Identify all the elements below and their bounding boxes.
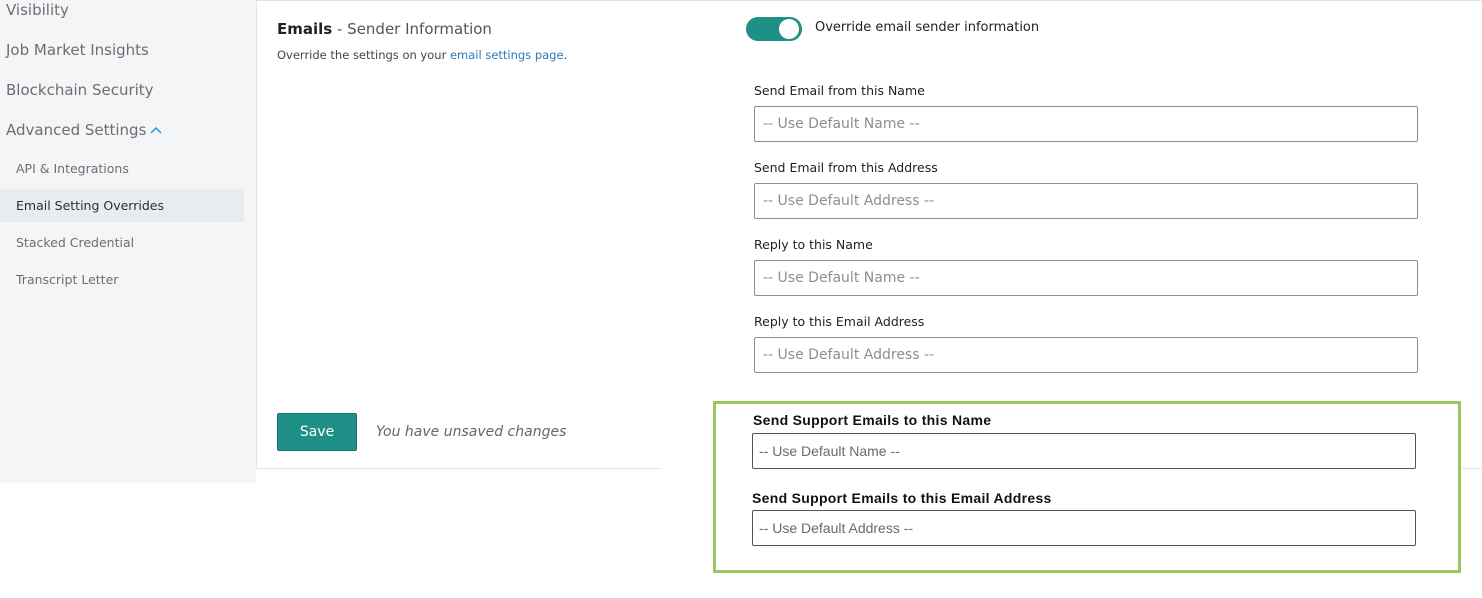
- send-from-name-input[interactable]: [754, 106, 1418, 142]
- unsaved-changes-text: You have unsaved changes: [376, 424, 567, 440]
- reply-to-name-label: Reply to this Name: [754, 237, 873, 252]
- support-name-input[interactable]: [752, 433, 1416, 469]
- divider: [257, 0, 1482, 1]
- support-name-label: Send Support Emails to this Name: [753, 412, 992, 428]
- description-suffix: .: [563, 48, 568, 62]
- send-from-name-label: Send Email from this Name: [754, 83, 925, 98]
- reply-to-address-input[interactable]: [754, 337, 1418, 373]
- chevron-up-icon: [150, 120, 162, 138]
- reply-to-name-input[interactable]: [754, 260, 1418, 296]
- section-title-sub: - Sender Information: [332, 20, 492, 38]
- send-from-address-label: Send Email from this Address: [754, 160, 938, 175]
- description-text: Override the settings on your: [277, 48, 450, 62]
- main-panel: [256, 0, 1482, 469]
- email-settings-link[interactable]: email settings page: [450, 48, 564, 62]
- toggle-knob: [779, 19, 799, 39]
- sidebar-subitem-stacked-credential[interactable]: Stacked Credential: [0, 226, 244, 259]
- sidebar-item-label: Advanced Settings: [6, 121, 147, 139]
- override-toggle[interactable]: [746, 17, 802, 41]
- sidebar: Visibility Job Market Insights Blockchai…: [0, 0, 256, 483]
- section-description: Override the settings on your email sett…: [277, 48, 567, 62]
- sidebar-subitem-email-setting-overrides[interactable]: Email Setting Overrides: [0, 189, 244, 222]
- section-title: Emails - Sender Information: [277, 20, 492, 38]
- sidebar-item-advanced-settings[interactable]: Advanced Settings: [6, 121, 162, 139]
- override-toggle-label: Override email sender information: [815, 20, 1040, 35]
- sidebar-subitem-api-integrations[interactable]: API & Integrations: [0, 152, 244, 185]
- sidebar-subitem-transcript-letter[interactable]: Transcript Letter: [0, 263, 244, 296]
- save-button[interactable]: Save: [277, 413, 357, 451]
- reply-to-address-label: Reply to this Email Address: [754, 314, 925, 329]
- support-address-label: Send Support Emails to this Email Addres…: [752, 490, 1052, 506]
- sidebar-item-job-market-insights[interactable]: Job Market Insights: [6, 41, 149, 59]
- section-title-main: Emails: [277, 20, 333, 38]
- send-from-address-input[interactable]: [754, 183, 1418, 219]
- sidebar-item-visibility[interactable]: Visibility: [6, 1, 69, 19]
- sidebar-item-blockchain-security[interactable]: Blockchain Security: [6, 81, 154, 99]
- support-address-input[interactable]: [752, 510, 1416, 546]
